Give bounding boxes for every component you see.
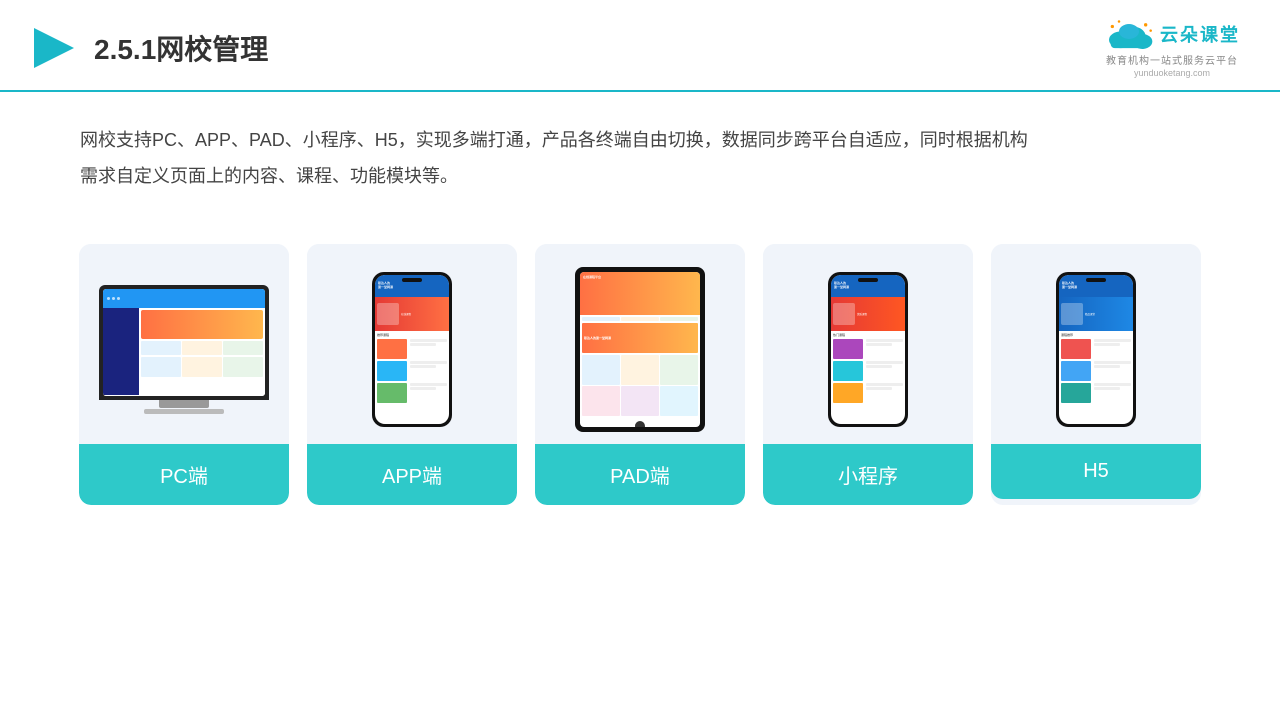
description-text: 网校支持PC、APP、PAD、小程序、H5，实现多端打通，产品各终端自由切换，数… bbox=[80, 122, 1200, 194]
play-icon bbox=[30, 24, 78, 72]
card-h5: 职达人的第一堂网课 精品课堂 课程推荐 bbox=[991, 244, 1201, 505]
header-left: 2.5.1网校管理 bbox=[30, 24, 268, 72]
card-app-image: 职达人的第一堂网课 在线课程 推荐课程 bbox=[307, 244, 517, 444]
pad-mockup: 在线课程平台 职达人的第一堂网课 bbox=[575, 267, 705, 432]
logo-cloud: 云朵课堂 bbox=[1104, 18, 1240, 50]
cards-container: PC端 职达人的第一堂网课 在线课程 bbox=[0, 214, 1280, 525]
card-pc-image bbox=[79, 244, 289, 444]
logo-sub: 教育机构一站式服务云平台 bbox=[1106, 52, 1238, 67]
card-miniapp-image: 职达人的第一堂网课 优质课程 热门课程 bbox=[763, 244, 973, 444]
card-pad: 在线课程平台 职达人的第一堂网课 bbox=[535, 244, 745, 505]
card-miniapp-label: 小程序 bbox=[763, 444, 973, 505]
pc-mockup bbox=[99, 285, 269, 414]
description-section: 网校支持PC、APP、PAD、小程序、H5，实现多端打通，产品各终端自由切换，数… bbox=[0, 92, 1280, 204]
card-app: 职达人的第一堂网课 在线课程 推荐课程 bbox=[307, 244, 517, 505]
card-pc: PC端 bbox=[79, 244, 289, 505]
logo-area: 云朵课堂 教育机构一站式服务云平台 yunduoketang.com bbox=[1104, 18, 1240, 78]
cloud-icon bbox=[1104, 18, 1154, 50]
logo-url: yunduoketang.com bbox=[1134, 68, 1210, 78]
phone-mockup-h5: 职达人的第一堂网课 精品课堂 课程推荐 bbox=[1056, 272, 1136, 427]
card-h5-image: 职达人的第一堂网课 精品课堂 课程推荐 bbox=[991, 244, 1201, 444]
card-pad-image: 在线课程平台 职达人的第一堂网课 bbox=[535, 244, 745, 444]
phone-mockup-miniapp: 职达人的第一堂网课 优质课程 热门课程 bbox=[828, 272, 908, 427]
page-header: 2.5.1网校管理 云朵课堂 教育机构一站式服务云平台 yunduoketang… bbox=[0, 0, 1280, 92]
logo-text: 云朵课堂 bbox=[1160, 21, 1240, 47]
card-app-label: APP端 bbox=[307, 444, 517, 505]
card-pad-label: PAD端 bbox=[535, 444, 745, 505]
card-h5-label: H5 bbox=[991, 444, 1201, 499]
card-miniapp: 职达人的第一堂网课 优质课程 热门课程 bbox=[763, 244, 973, 505]
phone-mockup-app: 职达人的第一堂网课 在线课程 推荐课程 bbox=[372, 272, 452, 427]
card-pc-label: PC端 bbox=[79, 444, 289, 505]
page-title: 2.5.1网校管理 bbox=[94, 28, 268, 68]
